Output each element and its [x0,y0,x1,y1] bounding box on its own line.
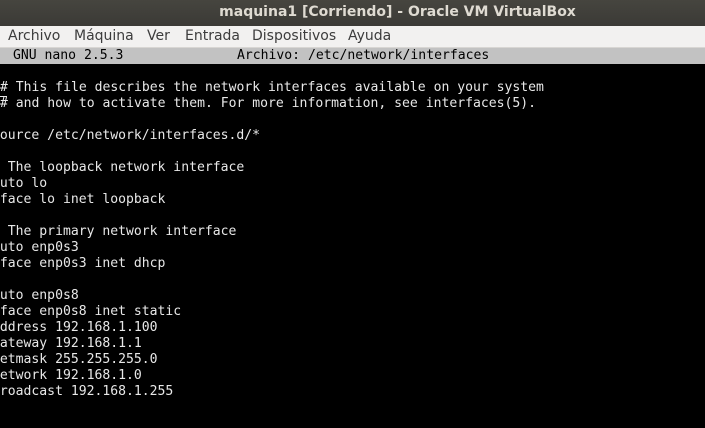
menu-archivo[interactable]: Archivo [8,26,60,47]
file-line: address 192.168.1.100 [0,320,158,335]
menu-ayuda[interactable]: Ayuda [348,26,391,47]
file-line: # The loopback network interface [0,160,245,175]
virtualbox-window: maquina1 [Corriendo] - Oracle VM Virtual… [0,0,705,428]
menu-maquina[interactable]: Máquina [74,26,134,47]
file-line: iface enp0s8 inet static [0,304,182,319]
file-line [0,272,544,288]
file-line: auto lo [0,176,48,191]
menu-bar: Archivo Máquina Ver Entrada Dispositivos… [0,26,705,48]
file-content[interactable]: # This file describes the network interf… [0,80,544,400]
nano-filename: Archivo: /etc/network/interfaces [237,48,490,63]
menu-entrada[interactable]: Entrada [185,26,240,47]
window-title: maquina1 [Corriendo] - Oracle VM Virtual… [219,4,576,20]
file-line: netmask 255.255.255.0 [0,352,158,367]
file-line: broadcast 192.168.1.255 [0,384,174,399]
file-line: gateway 192.168.1.1 [0,336,142,351]
window-titlebar[interactable]: maquina1 [Corriendo] - Oracle VM Virtual… [0,0,705,26]
menu-ver[interactable]: Ver [147,26,170,47]
text-cursor [0,83,7,97]
file-line: # The primary network interface [0,224,237,239]
nano-version: GNU nano 2.5.3 [13,48,124,63]
file-line: # and how to activate them. For more inf… [0,96,537,111]
file-line: auto enp0s3 [0,240,79,255]
file-line [0,208,544,224]
file-line [0,144,544,160]
file-line: auto enp0s8 [0,288,79,303]
menu-dispositivos[interactable]: Dispositivos [252,26,336,47]
file-line: iface lo inet loopback [0,192,166,207]
file-line: # This file describes the network interf… [0,80,544,95]
file-line [0,112,544,128]
file-line: network 192.168.1.0 [0,368,142,383]
nano-header-bar: GNU nano 2.5.3 Archivo: /etc/network/int… [0,48,705,64]
file-line: iface enp0s3 inet dhcp [0,256,166,271]
file-line: source /etc/network/interfaces.d/* [0,128,261,143]
guest-screen[interactable]: GNU nano 2.5.3 Archivo: /etc/network/int… [0,48,705,428]
